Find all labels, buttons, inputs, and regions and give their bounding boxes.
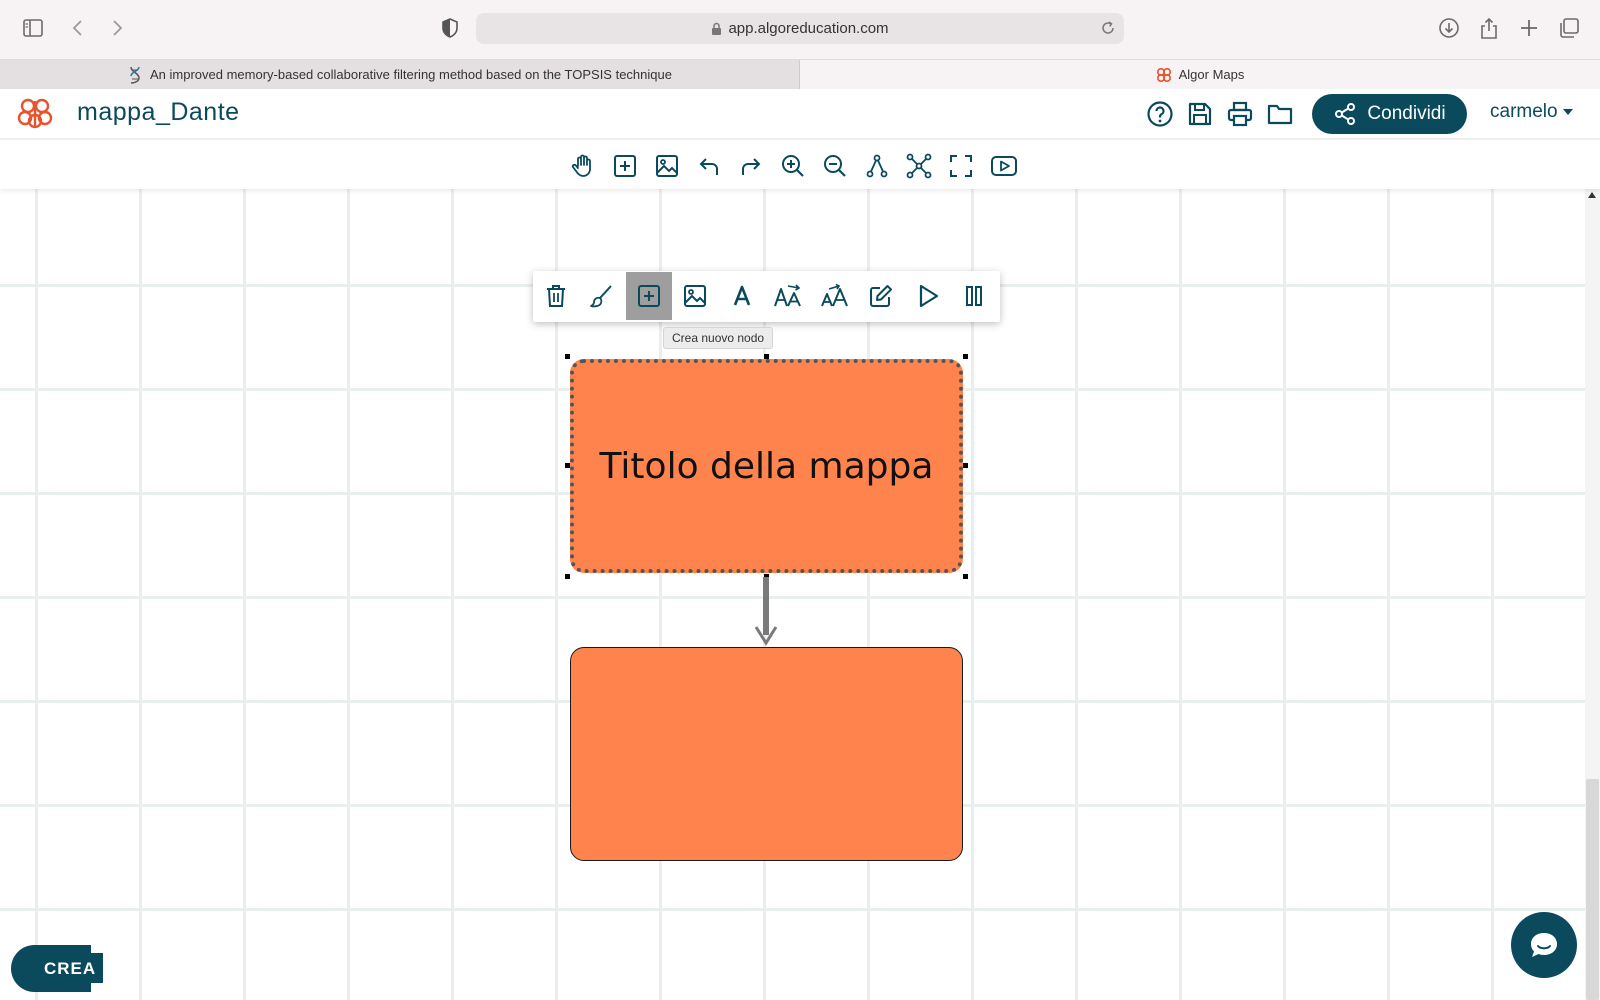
address-bar[interactable]: app.algoreducation.com [476, 13, 1124, 44]
tab-label: An improved memory-based collaborative f… [150, 67, 672, 82]
tab-label: Algor Maps [1178, 67, 1245, 82]
tab-overview-icon[interactable] [1558, 17, 1580, 39]
font-size-decrease-icon[interactable] [765, 272, 811, 320]
resize-handle[interactable] [565, 463, 570, 468]
brush-icon[interactable] [579, 272, 625, 320]
shield-icon[interactable] [441, 17, 459, 39]
download-icon[interactable] [1438, 17, 1460, 39]
image-icon[interactable] [654, 153, 680, 179]
tab-algor-maps[interactable]: Algor Maps [800, 60, 1600, 89]
share-icon[interactable] [1479, 17, 1499, 41]
font-icon[interactable] [719, 272, 765, 320]
user-menu[interactable]: carmelo [1490, 101, 1573, 123]
edit-icon[interactable] [858, 272, 904, 320]
pause-icon[interactable] [951, 272, 997, 320]
dna-icon [127, 66, 143, 84]
presentation-icon[interactable] [990, 153, 1018, 179]
help-icon[interactable] [1146, 100, 1174, 128]
map-node-title[interactable]: Titolo della mappa [570, 359, 963, 573]
document-title[interactable]: mappa_Dante [77, 98, 240, 127]
resize-handle[interactable] [565, 354, 570, 359]
tooltip: Crea nuovo nodo [663, 327, 774, 349]
map-node-child[interactable] [570, 647, 963, 861]
hand-icon[interactable] [570, 153, 596, 179]
tree-layout-icon[interactable] [864, 153, 890, 179]
resize-handle[interactable] [963, 574, 968, 579]
create-button[interactable]: CREA [11, 945, 95, 992]
tab-paper[interactable]: An improved memory-based collaborative f… [0, 60, 800, 89]
share-button[interactable]: Condividi [1312, 94, 1467, 134]
image-icon[interactable] [672, 272, 718, 320]
folder-icon[interactable] [1266, 100, 1294, 128]
forward-icon[interactable] [109, 17, 125, 39]
fullscreen-icon[interactable] [948, 153, 974, 179]
user-name: carmelo [1490, 101, 1558, 122]
resize-handle[interactable] [764, 354, 769, 359]
network-layout-icon[interactable] [906, 153, 932, 179]
scrollbar-thumb[interactable] [1586, 779, 1599, 1000]
resize-handle[interactable] [565, 574, 570, 579]
app-header: mappa_Dante Condividi carmelo [0, 89, 1600, 140]
url-text: app.algoreducation.com [728, 20, 889, 37]
share-nodes-icon [1333, 102, 1357, 126]
undo-icon[interactable] [696, 153, 722, 179]
add-node-icon[interactable] [612, 153, 638, 179]
zoom-out-icon[interactable] [822, 153, 848, 179]
new-tab-icon[interactable] [1518, 17, 1540, 39]
algor-logo-icon[interactable] [17, 97, 53, 129]
sidebar-toggle-icon[interactable] [22, 17, 44, 39]
chat-button[interactable] [1511, 912, 1577, 978]
browser-chrome: app.algoreducation.com [0, 0, 1600, 59]
connector-arrow[interactable] [752, 575, 780, 647]
brain-icon [1156, 67, 1172, 83]
tab-bar: An improved memory-based collaborative f… [0, 59, 1600, 89]
resize-handle[interactable] [963, 354, 968, 359]
node-toolbar [533, 271, 1000, 322]
font-size-increase-icon[interactable] [812, 272, 858, 320]
lock-icon [711, 22, 722, 36]
reload-icon[interactable] [1100, 20, 1116, 36]
node-text[interactable]: Titolo della mappa [600, 446, 934, 487]
add-node-icon[interactable] [626, 272, 672, 320]
resize-handle[interactable] [963, 463, 968, 468]
trash-icon[interactable] [533, 272, 579, 320]
caret-down-icon [1562, 109, 1573, 115]
map-toolbar [0, 141, 1600, 189]
vertical-scrollbar[interactable] [1585, 189, 1600, 1000]
share-button-label: Condividi [1367, 103, 1446, 124]
create-button-label: CREA [44, 958, 97, 978]
chat-bubble-icon [1527, 928, 1561, 962]
save-icon[interactable] [1186, 100, 1214, 128]
zoom-in-icon[interactable] [780, 153, 806, 179]
back-icon[interactable] [70, 17, 86, 39]
print-icon[interactable] [1226, 100, 1254, 128]
redo-icon[interactable] [738, 153, 764, 179]
scroll-up-icon[interactable] [1588, 192, 1596, 198]
play-icon[interactable] [905, 272, 951, 320]
